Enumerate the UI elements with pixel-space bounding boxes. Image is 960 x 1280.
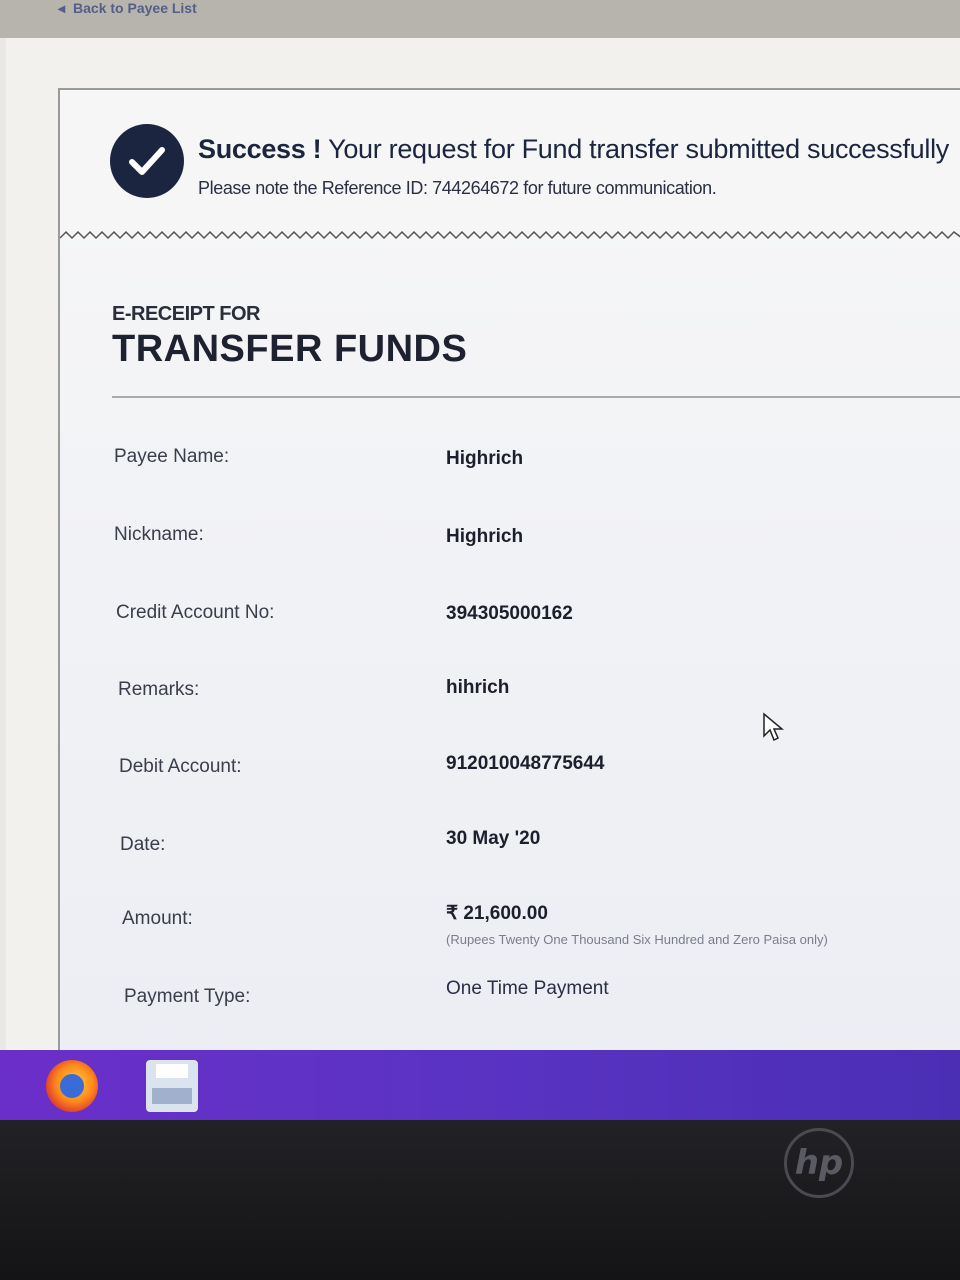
success-check-icon xyxy=(110,124,184,198)
row-debit-account: Debit Account: 912010048775644 xyxy=(60,753,960,796)
nickname-value: Highrich xyxy=(446,526,524,547)
credit-account-label: Credit Account No: xyxy=(116,602,275,623)
printer-icon[interactable] xyxy=(146,1060,198,1112)
payment-type-label: Payment Type: xyxy=(124,986,251,1007)
debit-account-label: Debit Account: xyxy=(119,756,242,777)
payee-name-value: Highrich xyxy=(446,448,524,469)
row-amount: Amount: ₹ 21,600.00 (Rupees Twenty One T… xyxy=(60,903,960,948)
row-payee-name: Payee Name: Highrich xyxy=(60,446,960,486)
amount-label: Amount: xyxy=(122,908,193,929)
date-label: Date: xyxy=(120,834,166,855)
date-value: 30 May '20 xyxy=(446,828,541,849)
row-date: Date: 30 May '20 xyxy=(60,828,960,874)
row-nickname: Nickname: Highrich xyxy=(60,524,960,564)
nickname-label: Nickname: xyxy=(114,524,204,545)
remarks-label: Remarks: xyxy=(118,679,200,700)
success-message: Success ! Your request for Fund transfer… xyxy=(198,134,949,165)
debit-account-value: 912010048775644 xyxy=(446,753,605,774)
amount-in-words: (Rupees Twenty One Thousand Six Hundred … xyxy=(446,932,828,947)
receipt-title: TRANSFER FUNDS xyxy=(112,328,468,370)
receipt-panel: Success ! Your request for Fund transfer… xyxy=(58,88,960,1050)
success-title-bold: Success ! xyxy=(198,134,322,164)
hp-logo-text: hp xyxy=(794,1143,844,1183)
payment-type-value: One Time Payment xyxy=(446,978,609,999)
zigzag-divider xyxy=(60,230,960,240)
back-to-payee-list-link[interactable]: ◂ Back to Payee List xyxy=(58,0,197,17)
back-arrow-icon: ◂ xyxy=(58,0,66,16)
remarks-value: hihrich xyxy=(446,677,510,698)
title-divider xyxy=(112,396,960,398)
mouse-cursor-icon xyxy=(763,712,784,742)
taskbar xyxy=(0,1050,960,1120)
reference-note: Please note the Reference ID: 744264672 … xyxy=(198,178,717,198)
success-banner: Success ! Your request for Fund transfer… xyxy=(60,90,960,240)
payee-name-label: Payee Name: xyxy=(114,446,230,467)
success-title-rest: Your request for Fund transfer submitted… xyxy=(321,134,949,164)
row-credit-account: Credit Account No: 394305000162 xyxy=(60,602,960,642)
ereceipt-label: E-RECEIPT FOR xyxy=(112,303,260,325)
top-bar: ◂ Back to Payee List xyxy=(0,0,960,38)
hp-logo: hp xyxy=(784,1128,854,1198)
credit-account-value: 394305000162 xyxy=(446,603,573,624)
row-remarks: Remarks: hihrich xyxy=(60,677,960,719)
row-payment-type: Payment Type: One Time Payment xyxy=(60,978,960,1026)
amount-value: ₹ 21,600.00 xyxy=(446,903,548,924)
firefox-icon[interactable] xyxy=(46,1060,98,1112)
back-link-label: Back to Payee List xyxy=(73,0,197,16)
monitor-screen: ◂ Back to Payee List Success ! Your reque… xyxy=(0,0,960,1050)
